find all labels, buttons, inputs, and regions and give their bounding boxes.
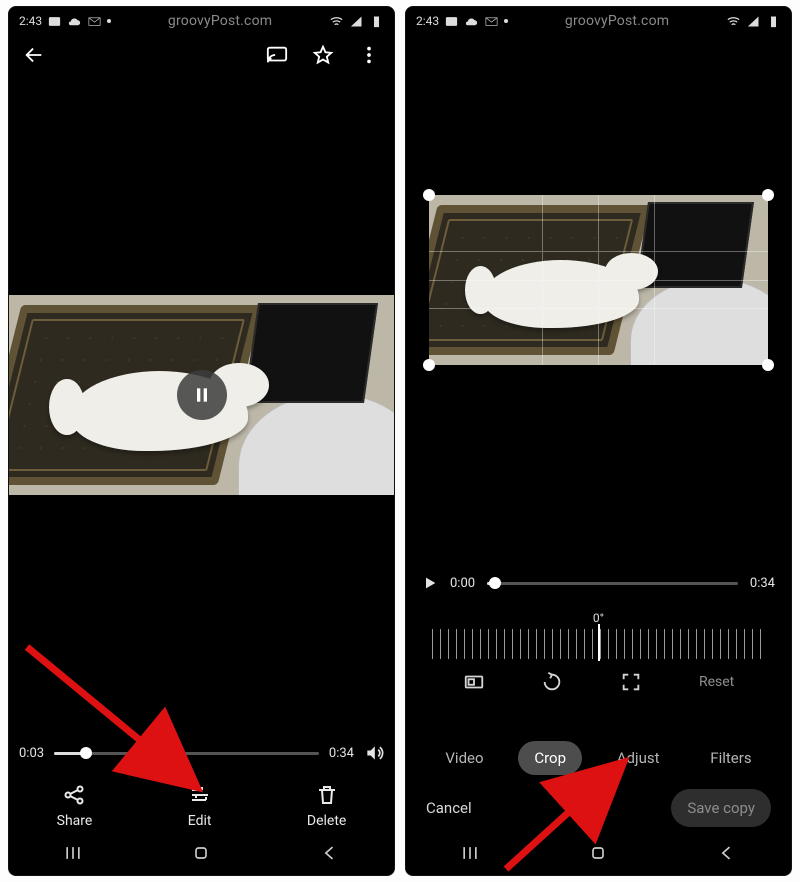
recent-apps-icon[interactable] bbox=[63, 843, 83, 863]
crop-handle-tr[interactable] bbox=[762, 189, 774, 201]
back-icon[interactable] bbox=[717, 843, 737, 863]
angle-ticks[interactable] bbox=[432, 629, 765, 659]
share-button[interactable]: Share bbox=[57, 783, 93, 829]
save-copy-button[interactable]: Save copy bbox=[671, 789, 771, 827]
editor-footer: Cancel Save copy bbox=[406, 789, 791, 827]
video-frame[interactable] bbox=[9, 295, 394, 495]
aspect-ratio-icon[interactable] bbox=[463, 671, 485, 693]
tab-crop[interactable]: Crop bbox=[518, 741, 582, 775]
status-time: 2:43 bbox=[19, 14, 42, 28]
crop-frame[interactable] bbox=[429, 195, 768, 365]
back-arrow-icon[interactable] bbox=[23, 44, 45, 66]
share-icon bbox=[62, 783, 86, 807]
status-time: 2:43 bbox=[416, 14, 439, 28]
status-bar: 2:43 groovyPost.com bbox=[9, 7, 394, 35]
wifi-icon bbox=[726, 14, 741, 29]
rotation-dial[interactable]: 0° bbox=[406, 611, 791, 659]
reset-button[interactable]: Reset bbox=[699, 674, 734, 690]
action-label: Delete bbox=[307, 813, 346, 829]
watermark-text: groovyPost.com bbox=[565, 13, 669, 29]
gmail-icon bbox=[484, 14, 499, 29]
status-bar: 2:43 groovyPost.com bbox=[406, 7, 791, 35]
app-bar bbox=[9, 35, 394, 75]
tab-video[interactable]: Video bbox=[429, 741, 499, 775]
time-duration: 0:34 bbox=[750, 576, 775, 591]
back-icon[interactable] bbox=[320, 843, 340, 863]
more-icon[interactable] bbox=[358, 44, 380, 66]
right-screenshot: 2:43 groovyPost.com bbox=[405, 6, 792, 876]
wifi-icon bbox=[329, 14, 344, 29]
left-screenshot: 2:43 groovyPost.com bbox=[8, 6, 395, 876]
rotate-icon[interactable] bbox=[541, 671, 563, 693]
time-position: 0:00 bbox=[450, 576, 475, 591]
image-icon bbox=[47, 14, 62, 29]
battery-icon bbox=[369, 14, 384, 29]
action-label: Share bbox=[57, 813, 93, 829]
time-duration: 0:34 bbox=[329, 746, 354, 761]
volume-icon[interactable] bbox=[364, 743, 384, 763]
signal-icon bbox=[746, 14, 761, 29]
tab-adjust[interactable]: Adjust bbox=[601, 741, 676, 775]
edit-icon bbox=[188, 783, 212, 807]
delete-button[interactable]: Delete bbox=[307, 783, 346, 829]
pause-button[interactable] bbox=[177, 370, 227, 420]
cloud-icon bbox=[67, 14, 82, 29]
video-scrubber[interactable]: 0:03 0:34 bbox=[19, 743, 384, 763]
action-label: Edit bbox=[188, 813, 212, 829]
signal-icon bbox=[349, 14, 364, 29]
cloud-icon bbox=[464, 14, 479, 29]
star-icon[interactable] bbox=[312, 44, 334, 66]
crop-handle-tl[interactable] bbox=[423, 189, 435, 201]
cast-icon[interactable] bbox=[266, 44, 288, 66]
watermark-text: groovyPost.com bbox=[168, 13, 272, 29]
action-row: Share Edit Delete bbox=[9, 783, 394, 829]
video-scrubber[interactable]: 0:00 0:34 bbox=[422, 575, 775, 591]
tab-filters[interactable]: Filters bbox=[694, 741, 767, 775]
battery-icon bbox=[766, 14, 781, 29]
image-icon bbox=[444, 14, 459, 29]
android-navbar bbox=[9, 837, 394, 869]
crop-handle-bl[interactable] bbox=[423, 359, 435, 371]
video-thumbnail bbox=[429, 195, 768, 365]
rotation-value: 0° bbox=[593, 611, 604, 625]
crop-tools: Reset bbox=[406, 671, 791, 693]
cancel-button[interactable]: Cancel bbox=[426, 799, 472, 817]
time-position: 0:03 bbox=[19, 746, 44, 761]
editor-tabs: Video Crop Adjust Filters bbox=[406, 741, 791, 775]
gmail-icon bbox=[87, 14, 102, 29]
android-navbar bbox=[406, 837, 791, 869]
recent-apps-icon[interactable] bbox=[460, 843, 480, 863]
crop-handle-br[interactable] bbox=[762, 359, 774, 371]
trash-icon bbox=[315, 783, 339, 807]
home-icon[interactable] bbox=[588, 843, 608, 863]
home-icon[interactable] bbox=[191, 843, 211, 863]
expand-icon[interactable] bbox=[620, 671, 642, 693]
edit-button[interactable]: Edit bbox=[188, 783, 212, 829]
play-icon[interactable] bbox=[422, 575, 438, 591]
